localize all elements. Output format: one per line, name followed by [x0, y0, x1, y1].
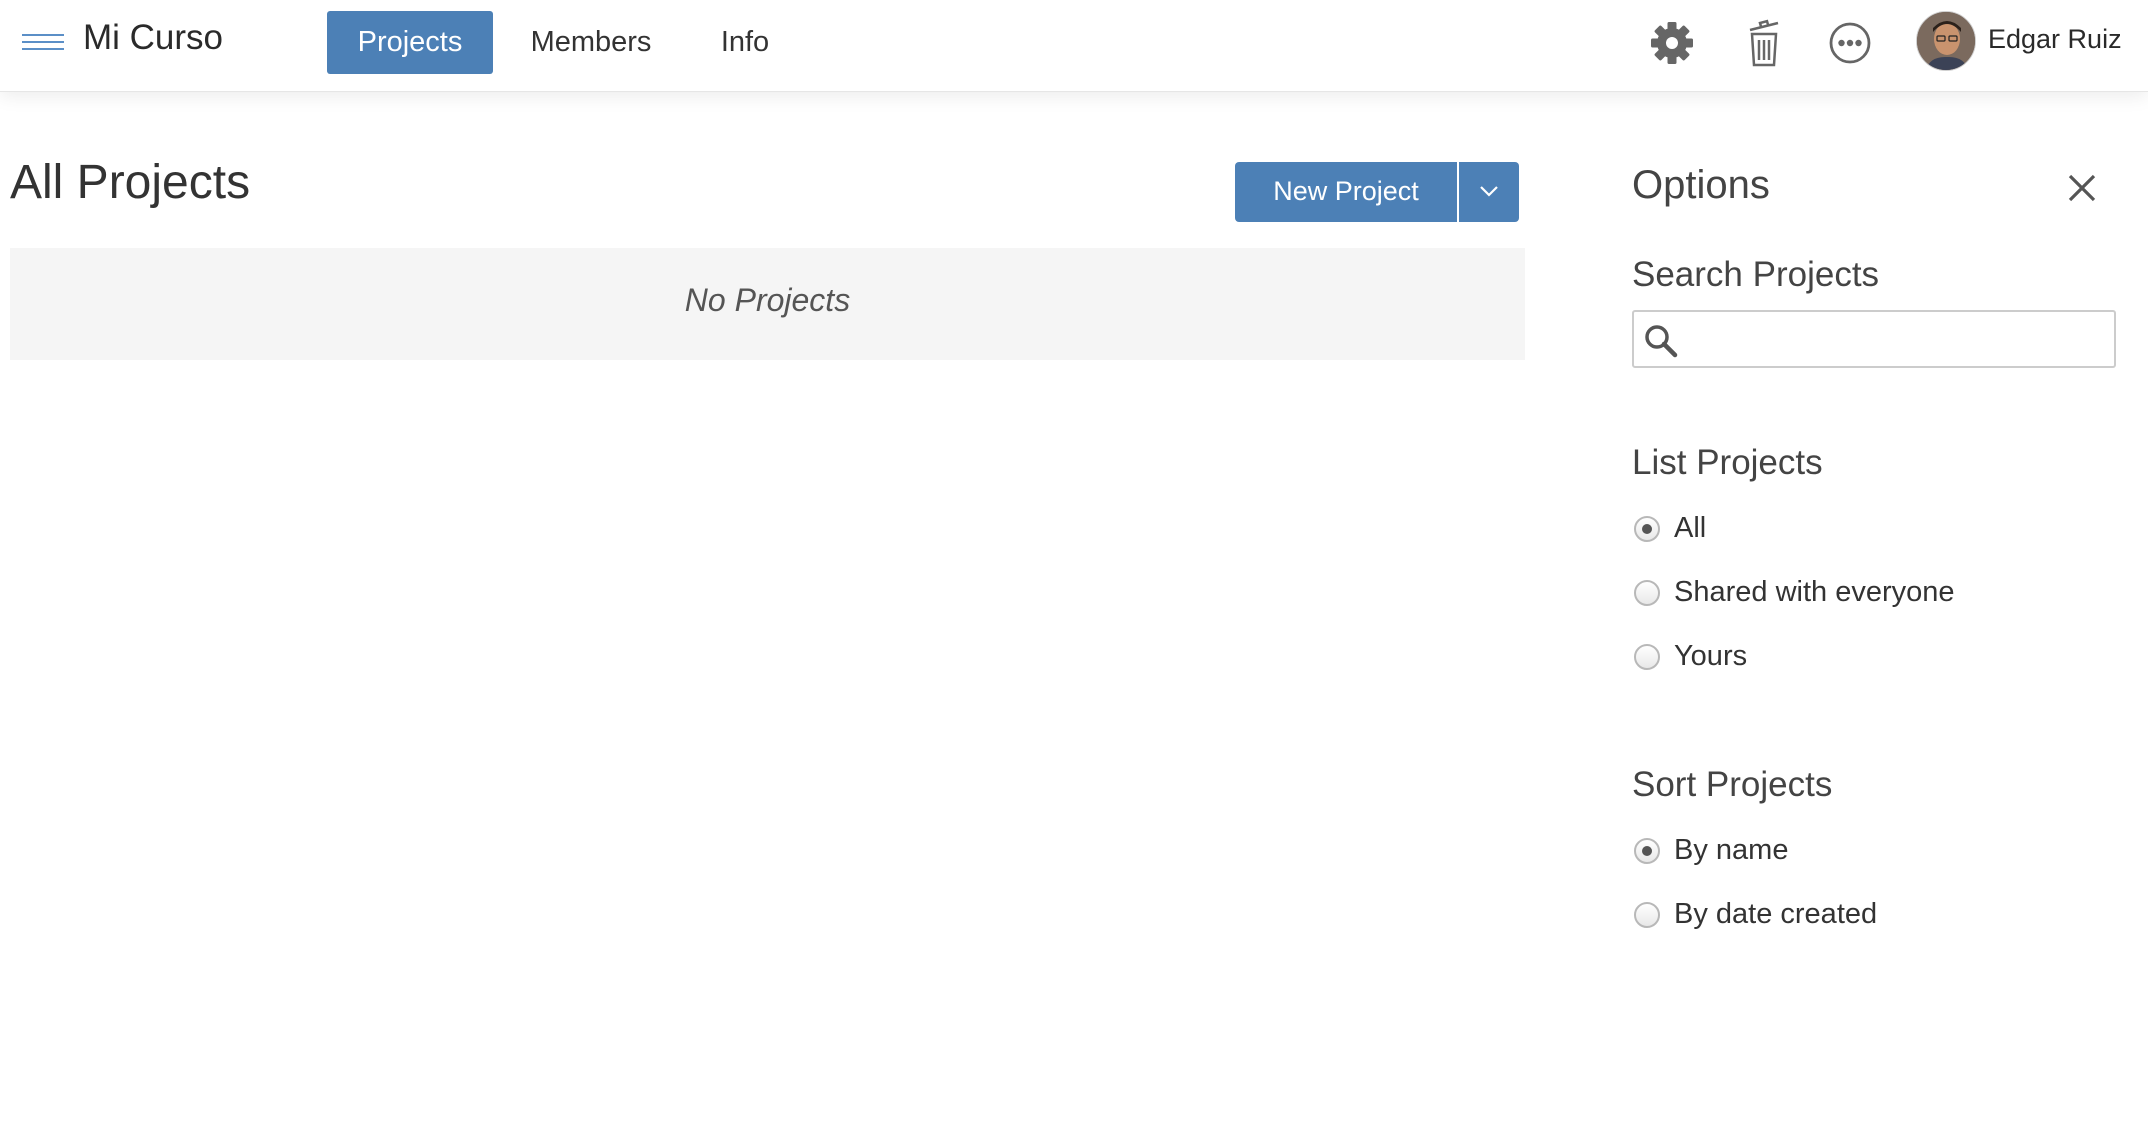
new-project-dropdown-button[interactable] [1459, 162, 1519, 222]
search-box [1632, 310, 2116, 368]
radio-button[interactable] [1634, 580, 1660, 606]
radio-label: Yours [1674, 640, 1748, 672]
chevron-down-icon [1480, 186, 1498, 197]
close-icon[interactable] [2066, 172, 2098, 204]
empty-message: No Projects [684, 282, 851, 318]
search-input[interactable] [1686, 316, 2106, 362]
tab-members[interactable]: Members [512, 11, 670, 74]
options-title: Options [1632, 163, 1770, 207]
radio-label: By date created [1674, 898, 1878, 930]
avatar[interactable] [1916, 11, 1976, 71]
radio-label: All [1674, 512, 1707, 544]
gear-icon[interactable] [1644, 15, 1700, 71]
radio-label: By name [1674, 834, 1789, 866]
new-project-button[interactable]: New Project [1235, 162, 1457, 222]
sort-projects-label: Sort Projects [1632, 765, 1833, 804]
radio-button[interactable] [1634, 644, 1660, 670]
search-label: Search Projects [1632, 255, 1880, 294]
page-title: All Projects [10, 156, 251, 209]
radio-button[interactable] [1634, 902, 1660, 928]
user-name[interactable]: Edgar Ruiz [1988, 24, 2122, 55]
more-icon[interactable] [1822, 15, 1878, 71]
top-header: Mi Curso Projects Members Info Edgar Rui… [0, 0, 2148, 92]
radio-label: Shared with everyone [1674, 576, 1955, 608]
menu-icon[interactable] [22, 30, 64, 56]
tab-info[interactable]: Info [700, 11, 790, 74]
radio-button[interactable] [1634, 838, 1660, 864]
list-projects-label: List Projects [1632, 443, 1823, 482]
search-icon [1645, 325, 1678, 358]
projects-list: No Projects [10, 248, 1525, 360]
radio-button[interactable] [1634, 516, 1660, 542]
app-title: Mi Curso [83, 18, 224, 57]
trash-icon[interactable] [1736, 15, 1792, 71]
tab-projects[interactable]: Projects [327, 11, 493, 74]
